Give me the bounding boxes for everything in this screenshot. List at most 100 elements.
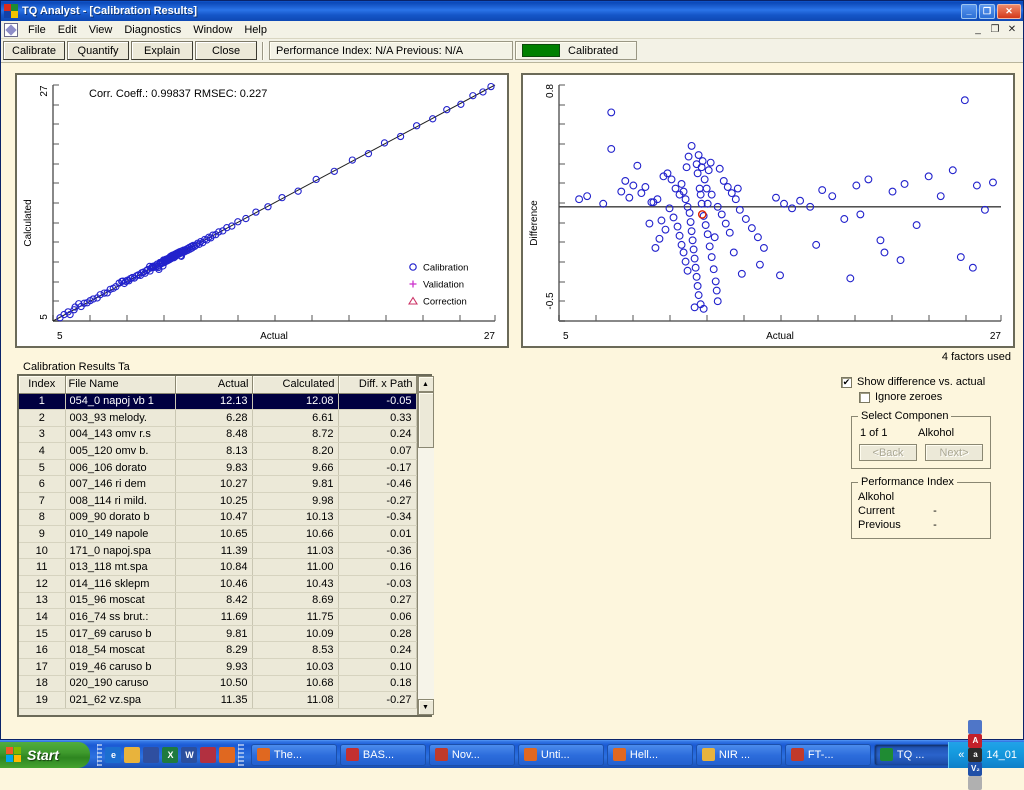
start-button[interactable]: Start: [0, 742, 90, 768]
chart-legend: Calibration Validation Correction: [409, 263, 468, 308]
table-row[interactable]: 18020_190 caruso10.5010.680.18: [19, 675, 416, 692]
scrollbar-track[interactable]: [418, 392, 434, 699]
x-axis-max-tick: 27: [484, 331, 496, 342]
difference-scatter-chart[interactable]: 0.8 -0.5 Difference 5 27 Actual: [521, 73, 1015, 348]
menu-item-edit[interactable]: Edit: [52, 23, 83, 37]
excel-icon[interactable]: X: [162, 747, 178, 763]
taskbar-task-button[interactable]: Nov...: [429, 744, 515, 766]
task-label: Unti...: [541, 749, 570, 761]
table-row[interactable]: 3004_143 omv r.s8.488.720.24: [19, 426, 416, 443]
cell-diff: 0.06: [338, 609, 416, 626]
taskbar-task-button[interactable]: BAS...: [340, 744, 426, 766]
ignore-zeroes-checkbox-row[interactable]: Ignore zeroes: [841, 391, 1019, 403]
ati-icon[interactable]: A: [968, 734, 982, 748]
taskbar-task-button[interactable]: Unti...: [518, 744, 604, 766]
calibration-scatter-chart[interactable]: 27 5 Calculated 5 27 Actual Corr. Coeff.…: [15, 73, 509, 348]
column-header-actual[interactable]: Actual: [175, 376, 252, 393]
table-row[interactable]: 11013_118 mt.spa10.8411.000.16: [19, 559, 416, 576]
table-row[interactable]: 14016_74 ss brut.:11.6911.750.06: [19, 609, 416, 626]
menu-item-view[interactable]: View: [83, 23, 119, 37]
back-button[interactable]: <Back: [859, 444, 917, 461]
taskbar-task-button[interactable]: Hell...: [607, 744, 693, 766]
mdi-restore-button[interactable]: ❐: [988, 23, 1002, 36]
data-point: [712, 278, 719, 285]
paint-icon[interactable]: [200, 747, 216, 763]
next-button[interactable]: Next>: [925, 444, 983, 461]
close-icon: ✕: [1005, 6, 1013, 17]
cell-index: 12: [19, 576, 65, 593]
table-row[interactable]: 16018_54 moscat8.298.530.24: [19, 642, 416, 659]
cell-diff: 0.28: [338, 625, 416, 642]
minimize-button[interactable]: _: [961, 4, 977, 19]
clock[interactable]: 14_01: [986, 749, 1017, 761]
word-icon[interactable]: W: [181, 747, 197, 763]
mdi-minimize-button[interactable]: _: [971, 23, 985, 36]
scroll-up-button[interactable]: ▲: [418, 376, 434, 392]
table-row[interactable]: 19021_62 vz.spa11.3511.08-0.27: [19, 692, 416, 709]
task-app-icon: [435, 748, 448, 761]
document-icon[interactable]: [4, 23, 18, 37]
mdi-close-button[interactable]: ✕: [1005, 23, 1019, 36]
show-difference-checkbox-row[interactable]: ✔ Show difference vs. actual: [841, 376, 1019, 388]
taskbar-task-button[interactable]: NIR ...: [696, 744, 782, 766]
current-value: -: [920, 505, 950, 517]
table-row[interactable]: 2003_93 melody.6.286.610.33: [19, 410, 416, 427]
quicklaunch-grip[interactable]: [97, 744, 102, 766]
acrobat-icon[interactable]: [143, 747, 159, 763]
taskbar-task-button[interactable]: TQ ...: [874, 744, 948, 766]
data-point: [705, 167, 712, 174]
table-row[interactable]: 7008_114 ri mild.10.259.98-0.27: [19, 493, 416, 510]
scrollbar-thumb[interactable]: [418, 392, 434, 448]
data-point: [720, 178, 727, 185]
table-row[interactable]: 4005_120 omv b.8.138.200.07: [19, 443, 416, 460]
explain-button[interactable]: Explain: [131, 41, 193, 60]
column-header-diff[interactable]: Diff. x Path: [338, 376, 416, 393]
table-row[interactable]: 1054_0 napoj vb 112.1312.08-0.05: [19, 393, 416, 410]
data-point: [652, 245, 659, 252]
show-hidden-icons-button[interactable]: «: [958, 749, 964, 761]
cell-calculated: 8.20: [252, 443, 338, 460]
table-row[interactable]: 10171_0 napoj.spa11.3911.03-0.36: [19, 542, 416, 559]
taskbar-task-button[interactable]: The...: [251, 744, 337, 766]
close-button[interactable]: ✕: [997, 4, 1021, 19]
table-row[interactable]: 12014_116 sklepm10.4610.43-0.03: [19, 576, 416, 593]
calibration-status: Calibrated: [515, 41, 637, 60]
component-position: 1 of 1: [860, 427, 918, 439]
cell-diff: 0.07: [338, 443, 416, 460]
ie-icon[interactable]: e: [105, 747, 121, 763]
table-row[interactable]: 13015_96 moscat8.428.690.27: [19, 592, 416, 609]
close-view-button[interactable]: Close: [195, 41, 257, 60]
column-header-file-name[interactable]: File Name: [65, 376, 175, 393]
firefox-icon[interactable]: [219, 747, 235, 763]
ignore-zeroes-checkbox[interactable]: [859, 392, 870, 403]
task-label: TQ ...: [897, 749, 925, 761]
column-header-calculated[interactable]: Calculated: [252, 376, 338, 393]
table-row[interactable]: 15017_69 caruso b9.8110.090.28: [19, 625, 416, 642]
table-row[interactable]: 6007_146 ri dem10.279.81-0.46: [19, 476, 416, 493]
table-row[interactable]: 5006_106 dorato9.839.66-0.17: [19, 459, 416, 476]
tasks-grip[interactable]: [238, 744, 243, 766]
menu-item-file[interactable]: File: [22, 23, 52, 37]
menu-item-diagnostics[interactable]: Diagnostics: [118, 23, 187, 37]
volume-icon[interactable]: V₂: [968, 762, 982, 776]
network-icon[interactable]: [968, 720, 982, 734]
show-difference-checkbox[interactable]: ✔: [841, 377, 852, 388]
speaker-icon[interactable]: [968, 776, 982, 790]
table-row[interactable]: 9010_149 napole10.6510.660.01: [19, 526, 416, 543]
calibrate-button[interactable]: Calibrate: [3, 41, 65, 60]
folder-icon[interactable]: [124, 747, 140, 763]
maximize-button[interactable]: ❐: [979, 4, 995, 19]
previous-label: Previous: [858, 519, 920, 531]
data-point: [608, 146, 615, 153]
table-row[interactable]: 8009_90 dorato b10.4710.13-0.34: [19, 509, 416, 526]
menu-item-window[interactable]: Window: [187, 23, 238, 37]
taskbar-task-button[interactable]: FT-...: [785, 744, 871, 766]
cell-index: 1: [19, 393, 65, 410]
menu-item-help[interactable]: Help: [238, 23, 273, 37]
table-row[interactable]: 17019_46 caruso b9.9310.030.10: [19, 659, 416, 676]
quantify-button[interactable]: Quantify: [67, 41, 129, 60]
column-header-index[interactable]: Index: [19, 376, 65, 393]
scroll-down-button[interactable]: ▼: [418, 699, 434, 715]
avg-icon[interactable]: a: [968, 748, 982, 762]
table-vertical-scrollbar[interactable]: ▲ ▼: [417, 376, 434, 715]
